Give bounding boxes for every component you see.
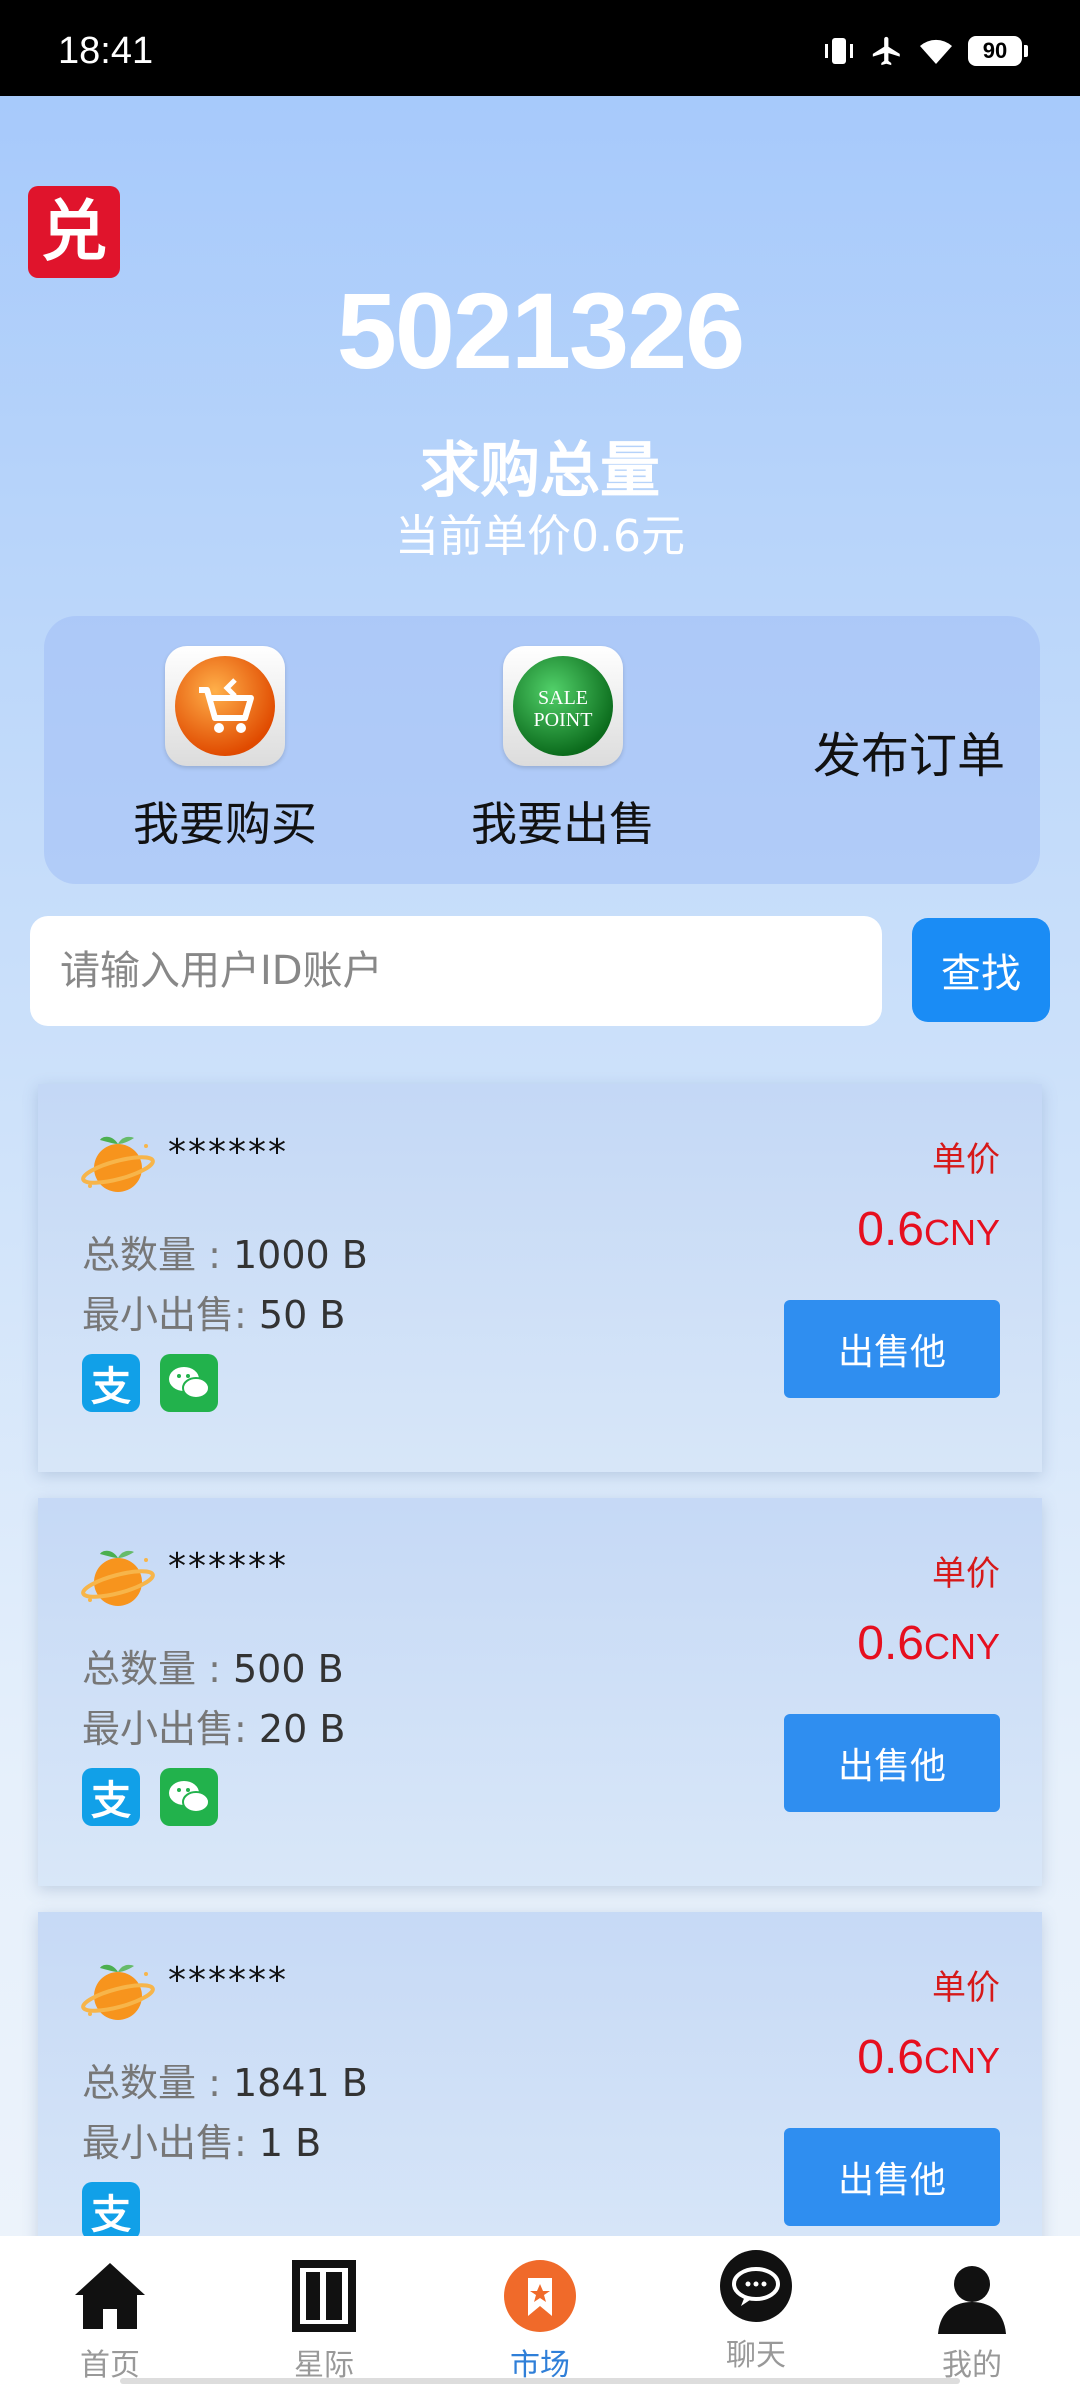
- listing-card: ****** 总数量 : 500 B 最小出售: 20 B 支 单价 0.6CN…: [38, 1498, 1042, 1886]
- sell-icon-tile: SALE POINT: [503, 646, 623, 766]
- seller-name: ******: [168, 1546, 288, 1587]
- sale-point-icon: SALE POINT: [513, 656, 613, 756]
- sell-to-button[interactable]: 出售他: [784, 2128, 1000, 2226]
- unit-price-value: 0.6CNY: [857, 1616, 1000, 1671]
- total-quantity: 总数量 : 500 B: [82, 1638, 344, 1693]
- price-currency: CNY: [923, 1626, 1000, 1667]
- market-icon: [500, 2256, 580, 2336]
- total-quantity: 总数量 : 1000 B: [82, 1224, 368, 1279]
- total-quantity-label: 总数量 :: [82, 2061, 233, 2105]
- alipay-icon: 支: [82, 2182, 140, 2240]
- home-icon: [70, 2256, 150, 2336]
- sell-to-button[interactable]: 出售他: [784, 1714, 1000, 1812]
- orange-planet-avatar-icon: [81, 1550, 155, 1606]
- shopping-cart-icon: [175, 656, 275, 756]
- tab-interstellar[interactable]: 星际: [244, 2256, 404, 2384]
- total-quantity-label: 总数量 :: [82, 1233, 233, 1277]
- buy-icon-tile: [165, 646, 285, 766]
- min-sale-label: 最小出售:: [82, 2121, 259, 2165]
- orange-planet-avatar-icon: [81, 1136, 155, 1192]
- tab-market[interactable]: 市场: [460, 2256, 620, 2384]
- current-unit-price: 当前单价0.6元: [395, 511, 685, 562]
- chat-icon: [716, 2246, 796, 2326]
- user-icon: [932, 2256, 1012, 2336]
- payment-methods: 支: [82, 2182, 140, 2240]
- unit-price-label: 单价: [932, 1968, 1000, 2008]
- sell-action[interactable]: SALE POINT 我要出售: [468, 646, 658, 854]
- sell-to-button[interactable]: 出售他: [784, 1300, 1000, 1398]
- wechat-icon: [160, 1354, 218, 1412]
- min-sale-value: 50 B: [258, 1293, 346, 1337]
- total-quantity-value: 1841 B: [232, 2061, 368, 2105]
- payment-methods: 支: [82, 1354, 218, 1412]
- exchange-logo: 兑: [28, 186, 120, 278]
- tab-chat[interactable]: 聊天: [676, 2246, 836, 2374]
- tab-mine[interactable]: 我的: [892, 2256, 1052, 2384]
- tab-home[interactable]: 首页: [30, 2256, 190, 2384]
- total-quantity-value: 500 B: [232, 1647, 344, 1691]
- buy-action[interactable]: 我要购买: [130, 646, 320, 854]
- alipay-icon: 支: [82, 1354, 140, 1412]
- price-amount: 0.6: [857, 1617, 924, 1670]
- door-icon: [284, 2256, 364, 2336]
- alipay-icon: 支: [82, 1768, 140, 1826]
- svg-text:SALE: SALE: [538, 687, 588, 709]
- min-sale: 最小出售: 1 B: [82, 2112, 321, 2167]
- status-icons: 90: [822, 34, 1028, 68]
- price-amount: 0.6: [857, 1203, 924, 1256]
- payment-methods: 支: [82, 1768, 218, 1826]
- min-sale-value: 1 B: [258, 2121, 322, 2165]
- seller-name: ******: [168, 1132, 288, 1173]
- orange-planet-avatar-icon: [81, 1964, 155, 2020]
- bottom-tab-bar: 首页 星际 市场 聊天 我的: [0, 2236, 1080, 2388]
- tab-chat-label: 聊天: [726, 2338, 786, 2373]
- unit-price-value: 0.6CNY: [857, 1202, 1000, 1257]
- buy-label: 我要购买: [133, 797, 317, 851]
- listing-card: ****** 总数量 : 1000 B 最小出售: 50 B 支 单价 0.6C…: [38, 1084, 1042, 1472]
- price-currency: CNY: [923, 2040, 1000, 2081]
- min-sale-label: 最小出售:: [82, 1707, 259, 1751]
- home-indicator: [120, 2378, 960, 2384]
- wifi-icon: [920, 39, 952, 64]
- price-amount: 0.6: [857, 2031, 924, 2084]
- total-quantity-label: 总数量 :: [82, 1647, 233, 1691]
- seller-name: ******: [168, 1960, 288, 2001]
- min-sale: 最小出售: 50 B: [82, 1284, 345, 1339]
- total-demand-label: 求购总量: [420, 436, 660, 506]
- min-sale: 最小出售: 20 B: [82, 1698, 345, 1753]
- vibrate-icon: [825, 38, 853, 64]
- total-quantity-value: 1000 B: [232, 1233, 368, 1277]
- battery-indicator: 90: [968, 36, 1028, 66]
- sell-label: 我要出售: [471, 797, 655, 851]
- total-quantity: 总数量 : 1841 B: [82, 2052, 368, 2107]
- unit-price-label: 单价: [932, 1140, 1000, 1180]
- status-time: 18:41: [58, 30, 154, 72]
- unit-price-value: 0.6CNY: [857, 2030, 1000, 2085]
- action-panel: 我要购买 SALE POINT 我要出售 发布订单: [44, 616, 1040, 884]
- total-demand-number: 5021326: [336, 270, 745, 391]
- status-bar: 18:41 90: [0, 0, 1080, 96]
- min-sale-value: 20 B: [258, 1707, 346, 1751]
- user-id-search-input[interactable]: [30, 916, 882, 1026]
- unit-price-label: 单价: [932, 1554, 1000, 1594]
- svg-text:POINT: POINT: [534, 709, 593, 731]
- airplane-icon: [872, 36, 900, 66]
- wechat-icon: [160, 1768, 218, 1826]
- search-button[interactable]: 查找: [912, 918, 1050, 1022]
- publish-order-button[interactable]: 发布订单: [764, 716, 1054, 786]
- min-sale-label: 最小出售:: [82, 1293, 259, 1337]
- price-currency: CNY: [923, 1212, 1000, 1253]
